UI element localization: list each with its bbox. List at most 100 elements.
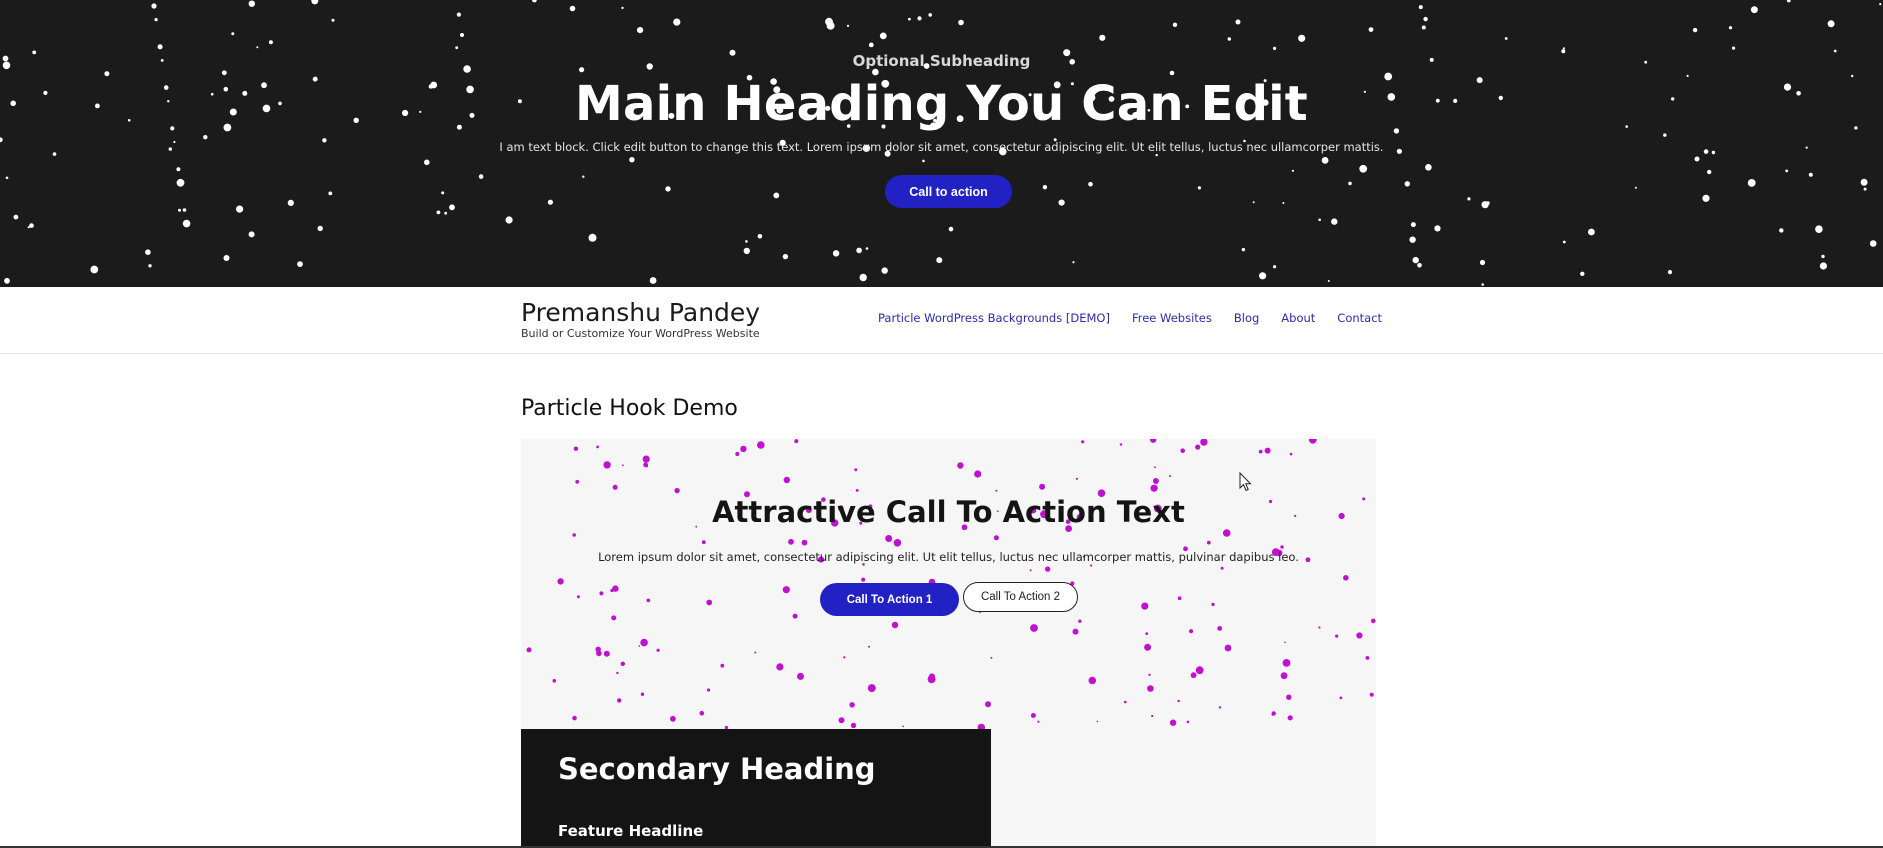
purple-particle: [1119, 443, 1123, 446]
call-to-action-2-button[interactable]: Call To Action 2: [963, 582, 1078, 612]
star-particle: [1368, 27, 1374, 32]
star-particle: [1259, 272, 1267, 280]
purple-particle: [1090, 564, 1093, 567]
star-particle: [1425, 164, 1432, 171]
star-particle: [958, 19, 964, 26]
star-particle: [1747, 179, 1756, 187]
secondary-heading: Secondary Heading: [558, 752, 876, 786]
purple-particle: [1186, 720, 1190, 724]
purple-particle: [1030, 713, 1036, 718]
nav-item-blog[interactable]: Blog: [1234, 311, 1259, 325]
star-particle: [444, 211, 448, 215]
purple-particle: [1177, 596, 1182, 600]
purple-particle: [620, 661, 625, 666]
star-particle: [1634, 186, 1637, 189]
purple-particle: [552, 679, 557, 683]
star-particle: [569, 5, 576, 12]
star-particle: [1750, 6, 1758, 14]
star-particle: [856, 247, 862, 254]
feature-headline: Feature Headline: [558, 822, 704, 840]
star-particle: [1042, 185, 1048, 190]
purple-particle: [640, 692, 645, 696]
star-particle: [1227, 37, 1232, 41]
star-particle: [1821, 254, 1825, 259]
purple-particle: [611, 615, 617, 621]
nav-item-about[interactable]: About: [1281, 311, 1315, 325]
purple-particle: [957, 462, 964, 469]
star-particle: [948, 226, 954, 232]
purple-particle: [1147, 685, 1154, 692]
star-particle: [256, 46, 259, 49]
star-particle: [317, 225, 323, 232]
star-particle: [745, 240, 748, 243]
purple-particle: [720, 663, 725, 668]
star-particle: [311, 0, 319, 5]
star-particle: [547, 199, 554, 205]
nav-item-free-websites[interactable]: Free Websites: [1132, 311, 1212, 325]
star-particle: [148, 264, 152, 268]
purple-particle: [794, 439, 799, 444]
star-particle: [1410, 222, 1416, 228]
purple-particle: [656, 648, 660, 652]
purple-particle: [1144, 643, 1152, 651]
star-particle: [436, 210, 441, 215]
purple-particle: [1180, 448, 1185, 453]
purple-particle: [754, 651, 757, 654]
star-particle: [1088, 181, 1093, 187]
star-particle: [460, 33, 464, 37]
purple-particle: [706, 599, 713, 606]
star-particle: [637, 27, 644, 34]
purple-particle: [1195, 666, 1204, 675]
purple-particle: [974, 470, 982, 478]
purple-particle: [792, 613, 798, 619]
site-title[interactable]: Premanshu Pandey: [521, 298, 760, 327]
star-particle: [832, 250, 840, 257]
star-particle: [532, 0, 537, 3]
star-particle: [868, 42, 874, 48]
star-particle: [757, 234, 763, 239]
star-particle: [1467, 197, 1471, 201]
purple-particle: [1365, 656, 1370, 660]
purple-particle: [526, 647, 532, 653]
star-particle: [1421, 25, 1426, 30]
star-particle: [478, 174, 484, 179]
purple-particle: [1078, 619, 1082, 623]
star-particle: [29, 223, 34, 228]
purple-particle: [595, 646, 601, 653]
star-particle: [1869, 240, 1877, 247]
star-particle: [1707, 169, 1712, 175]
purple-particle: [642, 455, 650, 463]
purple-particle: [1075, 477, 1078, 480]
purple-particle: [1190, 672, 1197, 679]
nav-item-contact[interactable]: Contact: [1337, 311, 1382, 325]
star-particle: [1348, 181, 1352, 186]
star-particle: [1172, 22, 1178, 27]
star-particle: [1169, 70, 1175, 76]
page-title: Particle Hook Demo: [521, 396, 738, 421]
hero-section: Optional Subheading Main Heading You Can…: [0, 0, 1883, 287]
star-particle: [1728, 26, 1733, 30]
hero-cta-button[interactable]: Call to action: [885, 175, 1012, 208]
star-particle: [178, 208, 181, 212]
call-to-action-1-button[interactable]: Call To Action 1: [820, 583, 959, 616]
purple-particle: [1287, 715, 1293, 721]
purple-particle: [1258, 449, 1263, 454]
nav-item-particle-demo[interactable]: Particle WordPress Backgrounds [DEMO]: [878, 311, 1110, 325]
star-particle: [1241, 247, 1246, 252]
purple-particle: [1271, 714, 1274, 716]
purple-particle: [1030, 624, 1038, 632]
star-particle: [268, 40, 273, 45]
site-tagline: Build or Customize Your WordPress Websit…: [521, 327, 760, 340]
purple-particle: [1369, 692, 1374, 697]
star-particle: [879, 32, 887, 40]
star-particle: [90, 265, 99, 274]
star-particle: [1663, 133, 1667, 137]
purple-particle: [1217, 626, 1223, 631]
purple-particle: [596, 445, 599, 449]
star-particle: [1692, 27, 1698, 33]
star-particle: [182, 208, 187, 212]
purple-particle: [788, 538, 794, 545]
purple-particle: [891, 621, 899, 629]
star-particle: [151, 3, 157, 9]
purple-particle: [1218, 706, 1222, 709]
